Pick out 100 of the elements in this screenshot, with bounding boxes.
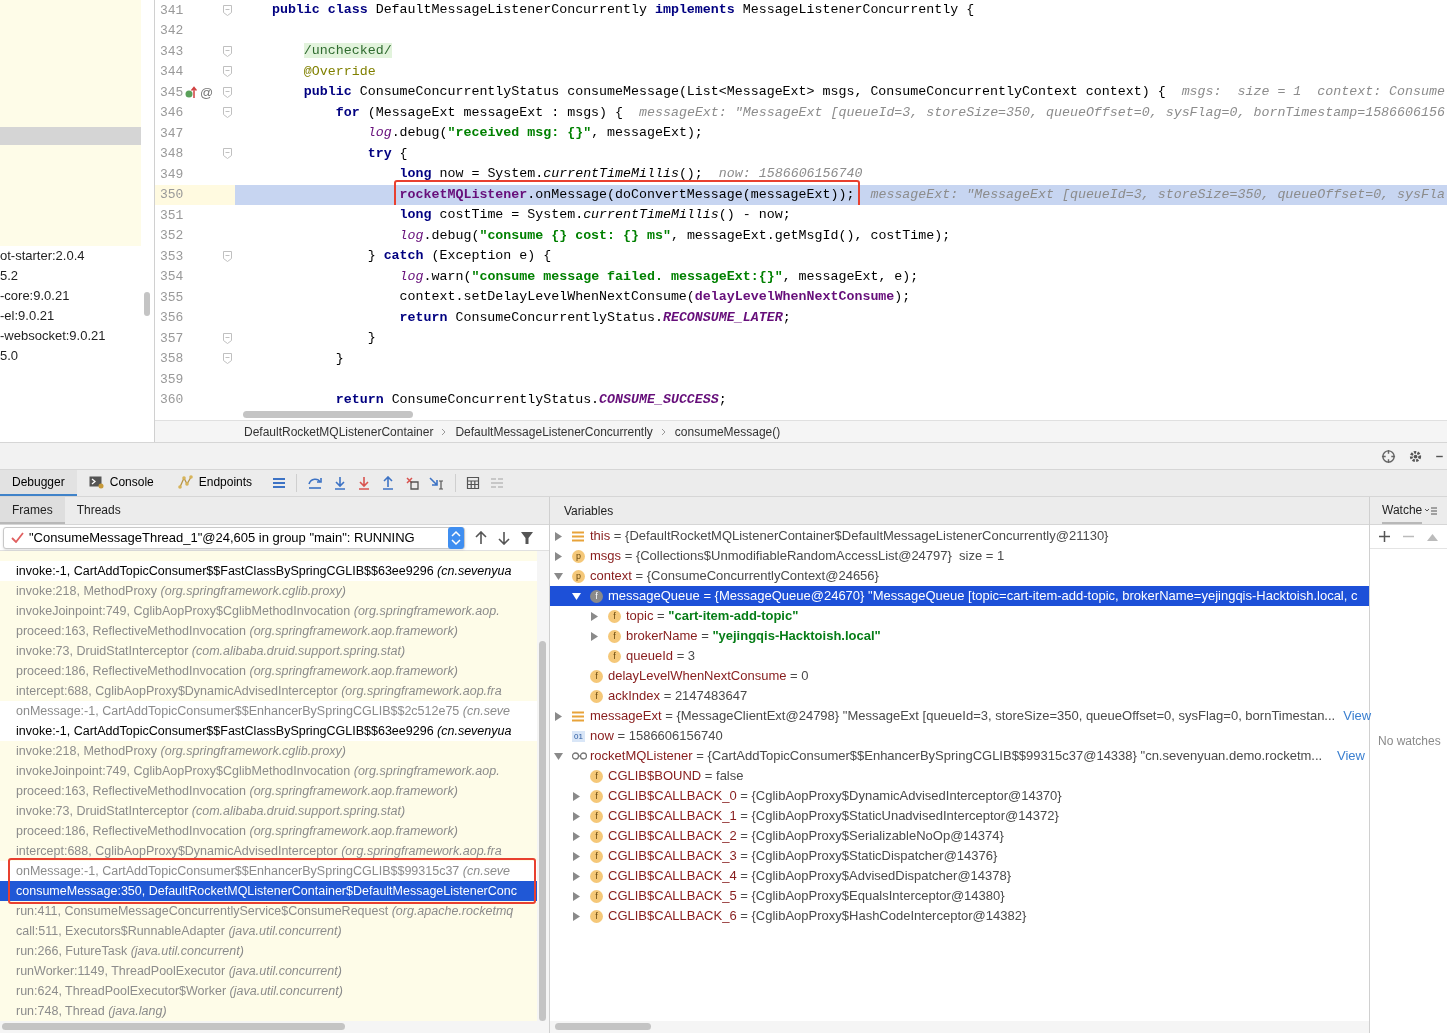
up-arrow-icon[interactable] — [474, 530, 488, 545]
variable-row[interactable]: f CGLIB$CALLBACK_0 = {CglibAopProxy$DynamicAdvisedInterceptor@14370} — [550, 786, 1369, 806]
drop-frame-icon[interactable] — [405, 476, 420, 490]
field-badge: f — [608, 609, 621, 623]
menu-icon[interactable] — [272, 477, 287, 489]
step-out-icon[interactable] — [381, 476, 396, 490]
variable-row[interactable]: 01 now = 1586606156740 — [550, 726, 1369, 746]
collapsed-arrow-icon[interactable] — [590, 631, 598, 641]
field-badge: f — [590, 789, 603, 803]
variable-row[interactable]: f CGLIB$CALLBACK_3 = {CglibAopProxy$StaticDispatcher@14376} — [550, 846, 1369, 866]
override-icon[interactable] — [185, 85, 197, 99]
code-line: @Override — [303, 62, 376, 81]
variable-row[interactable]: f messageQueue = {MessageQueue@24670} "MessageQueue [topic=cart-item-add-topic, brokerName=yejingqis-Hacktoish.local, c — [550, 586, 1369, 606]
variable-row[interactable]: rocketMQListener = {CartAddTopicConsumer$$EnhancerBySpringCGLIB$$99315c37@14338} "cn.sevenyuan.demo.rocketm... View — [550, 746, 1369, 766]
variable-row[interactable]: f delayLevelWhenNextConsume = 0 — [550, 666, 1369, 686]
variable-row[interactable]: f CGLIB$BOUND = false — [550, 766, 1369, 786]
fold-icon[interactable] — [223, 66, 232, 78]
force-step-into-icon[interactable] — [357, 476, 372, 490]
primitive-badge: 01 — [572, 730, 585, 742]
tree-item[interactable]: -el:9.0.21 — [0, 306, 142, 326]
collapsed-arrow-icon[interactable] — [572, 791, 580, 801]
tab[interactable]: Frames — [0, 497, 65, 524]
plus-icon[interactable] — [1379, 531, 1390, 542]
fold-icon[interactable] — [223, 332, 232, 344]
table-icon[interactable] — [466, 476, 481, 490]
spinner-icon[interactable] — [448, 526, 464, 549]
stack-frame[interactable]: onMessage:-1, CartAddTopicConsumer$$EnhancerBySpringCGLIB$$2c512e75 (cn.seve — [0, 701, 537, 721]
stack-frame[interactable]: onMessage:-1, CartAddTopicConsumer$$EnhancerBySpringCGLIB$$99315c37 (cn.seve — [0, 861, 537, 881]
variable-row[interactable]: messageExt = {MessageClientExt@24798} "MessageExt [queueId=3, storeSize=350, queueOffset=0, sysFlag=0, bornTimestan... View — [550, 706, 1369, 726]
gutter-mark[interactable]: @ — [200, 82, 214, 102]
step-over-icon[interactable] — [307, 476, 324, 490]
step-into-icon[interactable] — [333, 476, 348, 490]
expanded-arrow-icon[interactable] — [554, 571, 563, 581]
scrollbar-thumb[interactable] — [243, 411, 413, 418]
collapsed-arrow-icon[interactable] — [554, 531, 562, 541]
field-badge: f — [608, 629, 621, 643]
line-number: 346 — [159, 104, 185, 122]
tree-item[interactable]: ot-starter:2.0.4 — [0, 246, 142, 266]
run-to-cursor-icon[interactable] — [429, 476, 446, 490]
up-icon[interactable] — [1427, 532, 1438, 541]
line-number: 355 — [159, 288, 185, 307]
stack-frame[interactable]: invoke:-1, CartAddTopicConsumer$$FastClassBySpringCGLIB$$63ee9296 (cn.sevenyua — [0, 721, 537, 741]
collapsed-arrow-icon[interactable] — [572, 831, 580, 841]
collapsed-arrow-icon[interactable] — [572, 851, 580, 861]
thread-dropdown[interactable]: "ConsumeMessageThread_1"@24,605 in group "main": RUNNING — [3, 526, 465, 549]
scrollbar-thumb[interactable] — [144, 292, 151, 316]
options-icon[interactable] — [1425, 505, 1438, 516]
stack-frame[interactable]: consumeMessage:350, DefaultRocketMQListenerContainer$DefaultMessageListenerConc — [0, 881, 537, 901]
tree-item[interactable]: 5.0 — [0, 346, 142, 366]
scrollbar-thumb[interactable] — [555, 1023, 651, 1030]
variable-row[interactable]: f queueId = 3 — [550, 646, 1369, 666]
fold-icon[interactable] — [223, 353, 232, 365]
tree-item[interactable]: -websocket:9.0.21 — [0, 326, 142, 346]
variable-row[interactable]: f CGLIB$CALLBACK_6 = {CglibAopProxy$HashCodeInterceptor@14382} — [550, 906, 1369, 926]
settings-icon[interactable] — [1408, 448, 1423, 464]
variable-row[interactable]: f CGLIB$CALLBACK_2 = {CglibAopProxy$SerializableNoOp@14374} — [550, 826, 1369, 846]
collapsed-arrow-icon[interactable] — [554, 551, 562, 561]
variable-row[interactable]: f CGLIB$CALLBACK_1 = {CglibAopProxy$StaticUnadvisedInterceptor@14372} — [550, 806, 1369, 826]
line-number: 343 — [159, 42, 185, 61]
tree-item[interactable]: -core:9.0.21 — [0, 286, 142, 306]
breadcrumb[interactable]: DefaultMessageListenerConcurrently — [455, 422, 653, 441]
variable-row[interactable]: p context = {ConsumeConcurrentlyContext@24656} — [550, 566, 1369, 586]
tab[interactable]: Threads — [64, 497, 133, 524]
collapsed-arrow-icon[interactable] — [572, 871, 580, 881]
variable-row[interactable]: f CGLIB$CALLBACK_4 = {CglibAopProxy$AdvisedDispatcher@14378} — [550, 866, 1369, 886]
line-number: 352 — [159, 227, 185, 245]
code-line: } — [367, 329, 376, 348]
variable-row[interactable]: f ackIndex = 2147483647 — [550, 686, 1369, 706]
variable-row[interactable]: f brokerName = "yejingqis-Hacktoish.local" — [550, 626, 1369, 646]
filter-icon[interactable] — [520, 530, 534, 545]
expanded-arrow-icon[interactable] — [554, 751, 563, 761]
stack-frame[interactable]: invoke:-1, CartAddTopicConsumer$$FastClassBySpringCGLIB$$63ee9296 (cn.sevenyua — [0, 561, 537, 581]
fold-icon[interactable] — [223, 148, 232, 160]
collapsed-arrow-icon[interactable] — [572, 891, 580, 901]
tab[interactable]: Debugger — [0, 470, 77, 496]
breadcrumb[interactable]: DefaultRocketMQListenerContainer — [244, 422, 434, 441]
collapsed-arrow-icon[interactable] — [572, 811, 580, 821]
collapsed-arrow-icon[interactable] — [554, 711, 562, 721]
variable-row[interactable]: f CGLIB$CALLBACK_5 = {CglibAopProxy$EqualsInterceptor@14380} — [550, 886, 1369, 906]
variable-row[interactable]: this = {DefaultRocketMQListenerContainer$DefaultMessageListenerConcurrently@21130} — [550, 526, 1369, 546]
tree-item[interactable]: 5.2 — [0, 266, 142, 286]
fold-icon[interactable] — [223, 107, 232, 119]
collapsed-arrow-icon[interactable] — [572, 911, 580, 921]
field-badge: f — [590, 869, 603, 883]
tab[interactable]: Console — [76, 470, 166, 496]
collapsed-arrow-icon[interactable] — [590, 611, 598, 621]
line-number: 360 — [159, 391, 185, 409]
scrollbar-thumb[interactable] — [2, 1023, 345, 1030]
variable-row[interactable]: p msgs = {Collections$UnmodifiableRandomAccessList@24797} size = 1 — [550, 546, 1369, 566]
variable-row[interactable]: f topic = "cart-item-add-topic" — [550, 606, 1369, 626]
expanded-arrow-icon[interactable] — [572, 591, 581, 601]
target-icon[interactable] — [1381, 448, 1396, 464]
breadcrumb[interactable]: consumeMessage() — [674, 422, 781, 441]
tab[interactable]: Endpoints — [165, 470, 265, 496]
scrollbar-thumb[interactable] — [539, 641, 546, 1021]
fold-icon[interactable] — [223, 86, 232, 98]
fold-icon[interactable] — [223, 4, 232, 16]
down-arrow-icon[interactable] — [497, 530, 511, 545]
fold-icon[interactable] — [223, 45, 232, 57]
fold-icon[interactable] — [223, 250, 232, 262]
